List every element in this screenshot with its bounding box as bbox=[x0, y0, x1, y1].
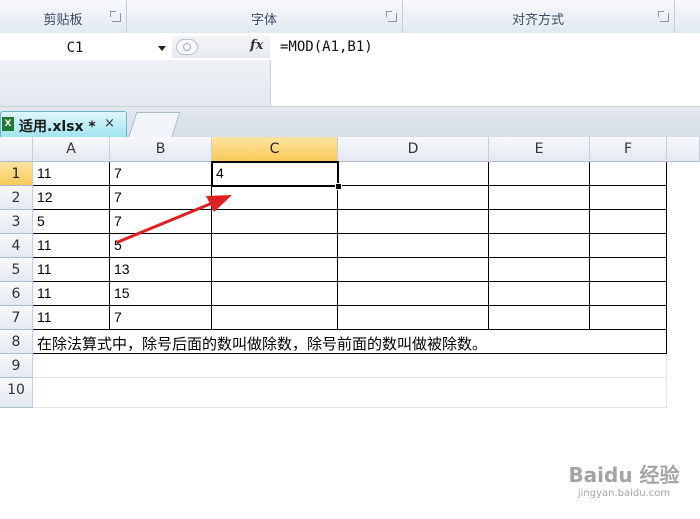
formula-bar-left-pane bbox=[0, 60, 271, 106]
resize-handle-icon[interactable] bbox=[176, 39, 198, 55]
chevron-down-icon[interactable] bbox=[158, 46, 166, 51]
new-tab-button[interactable] bbox=[128, 112, 181, 138]
formula-input[interactable]: =MOD(A1,B1) bbox=[280, 39, 373, 55]
ribbon-group-alignment: 对齐方式 bbox=[402, 0, 675, 33]
ribbon-group-clipboard: 剪贴板 bbox=[0, 0, 127, 33]
formula-controls: fx bbox=[172, 36, 270, 58]
ribbon: 剪贴板 字体 对齐方式 bbox=[0, 0, 700, 34]
name-box-value: C1 bbox=[66, 40, 84, 56]
ribbon-group-font: 字体 bbox=[126, 0, 403, 33]
close-icon[interactable]: × bbox=[104, 116, 115, 131]
clipboard-launcher-icon[interactable] bbox=[110, 11, 121, 22]
watermark-url: jingyan.baidu.com bbox=[577, 488, 671, 499]
font-launcher-icon[interactable] bbox=[386, 11, 397, 22]
alignment-group-label: 对齐方式 bbox=[511, 13, 564, 28]
clipboard-group-label: 剪贴板 bbox=[43, 13, 83, 28]
workbook-tab-strip: X 适用.xlsx * × bbox=[0, 107, 700, 138]
excel-file-icon: X bbox=[2, 117, 14, 131]
workbook-tab[interactable]: X 适用.xlsx * × bbox=[0, 111, 127, 138]
annotation-arrow-icon bbox=[116, 195, 232, 244]
name-box[interactable]: C1 bbox=[0, 36, 173, 58]
insert-function-icon[interactable]: fx bbox=[250, 38, 263, 53]
workbook-tab-label: 适用.xlsx * bbox=[19, 119, 96, 135]
alignment-launcher-icon[interactable] bbox=[658, 11, 669, 22]
font-group-label: 字体 bbox=[250, 13, 277, 28]
formula-bar: C1 fx =MOD(A1,B1) bbox=[0, 33, 700, 107]
spreadsheet-grid: A B C D E F 1 2 3 4 5 6 7 8 9 10 11 7 4 … bbox=[0, 137, 700, 499]
watermark-title: Baidu 经验 bbox=[568, 463, 680, 487]
baidu-watermark: Baidu 经验 jingyan.baidu.com bbox=[564, 459, 684, 519]
